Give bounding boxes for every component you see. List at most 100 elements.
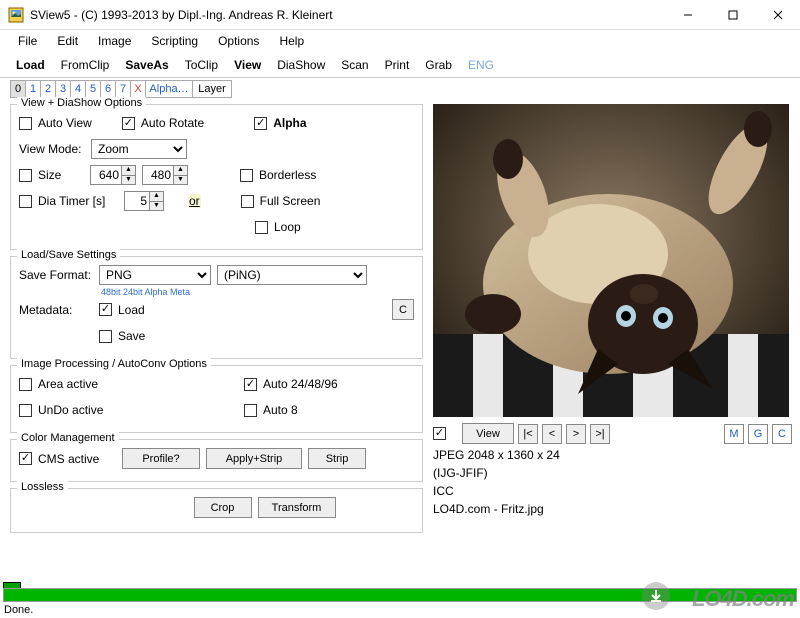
strip-button[interactable]: Strip bbox=[308, 448, 366, 469]
height-spinner[interactable]: ▲▼ bbox=[142, 165, 188, 185]
improc-group: Image Processing / AutoConv Options Area… bbox=[10, 365, 423, 433]
tb-grab[interactable]: Grab bbox=[417, 56, 460, 74]
tb-fromclip[interactable]: FromClip bbox=[53, 56, 118, 74]
lossless-title: Lossless bbox=[17, 481, 68, 493]
tab-0[interactable]: 0 bbox=[10, 80, 26, 98]
or-link[interactable]: or bbox=[188, 194, 201, 208]
cms-active-checkbox[interactable] bbox=[19, 452, 32, 465]
auto24-label: Auto 24/48/96 bbox=[263, 377, 338, 391]
undo-active-checkbox[interactable] bbox=[19, 404, 32, 417]
tb-scan[interactable]: Scan bbox=[333, 56, 376, 74]
format-note: 48bit 24bit Alpha Meta bbox=[101, 287, 414, 297]
tb-eng[interactable]: ENG bbox=[460, 56, 502, 74]
menu-help[interactable]: Help bbox=[269, 32, 314, 50]
minimize-button[interactable] bbox=[665, 0, 710, 30]
tab-1[interactable]: 1 bbox=[25, 80, 41, 98]
tab-3[interactable]: 3 bbox=[55, 80, 71, 98]
loop-checkbox[interactable] bbox=[255, 221, 268, 234]
tab-layer[interactable]: Layer bbox=[192, 80, 232, 98]
fullscreen-checkbox[interactable] bbox=[241, 195, 254, 208]
image-info-line3: ICC bbox=[433, 484, 792, 498]
auto-rotate-checkbox[interactable] bbox=[122, 117, 135, 130]
area-active-checkbox[interactable] bbox=[19, 378, 32, 391]
menu-scripting[interactable]: Scripting bbox=[141, 32, 208, 50]
area-active-label: Area active bbox=[38, 377, 238, 391]
profile-button[interactable]: Profile? bbox=[122, 448, 200, 469]
loop-label: Loop bbox=[274, 220, 301, 234]
auto-view-checkbox[interactable] bbox=[19, 117, 32, 130]
height-input[interactable] bbox=[143, 168, 173, 182]
auto-view-label: Auto View bbox=[38, 116, 92, 130]
m-button[interactable]: M bbox=[724, 424, 744, 444]
tab-close[interactable]: X bbox=[130, 80, 146, 98]
image-info-line1: JPEG 2048 x 1360 x 24 bbox=[433, 448, 792, 462]
crop-button[interactable]: Crop bbox=[194, 497, 252, 518]
metadata-load-checkbox[interactable] bbox=[99, 303, 112, 316]
menubar: File Edit Image Scripting Options Help bbox=[0, 30, 800, 52]
alpha-checkbox[interactable] bbox=[254, 117, 267, 130]
download-icon bbox=[642, 582, 670, 610]
alpha-label: Alpha bbox=[273, 116, 306, 130]
tb-saveas[interactable]: SaveAs bbox=[117, 56, 176, 74]
menu-edit[interactable]: Edit bbox=[47, 32, 88, 50]
tb-view[interactable]: View bbox=[226, 56, 269, 74]
menu-image[interactable]: Image bbox=[88, 32, 141, 50]
tab-4[interactable]: 4 bbox=[70, 80, 86, 98]
borderless-checkbox[interactable] bbox=[240, 169, 253, 182]
dia-timer-input[interactable] bbox=[125, 194, 149, 208]
save-format-select[interactable]: PNG bbox=[99, 265, 211, 285]
view-mode-label: View Mode: bbox=[19, 142, 85, 156]
view-mode-select[interactable]: Zoom bbox=[91, 139, 187, 159]
auto-rotate-label: Auto Rotate bbox=[141, 116, 204, 130]
size-label: Size bbox=[38, 168, 84, 182]
nav-next-button[interactable]: > bbox=[566, 424, 586, 444]
image-preview[interactable] bbox=[433, 104, 789, 417]
tb-load[interactable]: Load bbox=[8, 56, 53, 74]
metadata-save-checkbox[interactable] bbox=[99, 330, 112, 343]
preview-checkbox[interactable] bbox=[433, 427, 446, 440]
tb-toclip[interactable]: ToClip bbox=[177, 56, 226, 74]
tab-5[interactable]: 5 bbox=[85, 80, 101, 98]
loadsave-group: Load/Save Settings Save Format: PNG (PiN… bbox=[10, 256, 423, 359]
image-info-line2: (IJG-JFIF) bbox=[433, 466, 792, 480]
tb-print[interactable]: Print bbox=[377, 56, 418, 74]
nav-prev-button[interactable]: < bbox=[542, 424, 562, 444]
cms-group: Color Management CMS active Profile? App… bbox=[10, 439, 423, 482]
window-title: SView5 - (C) 1993-2013 by Dipl.-Ing. And… bbox=[30, 8, 665, 22]
nav-first-button[interactable]: |< bbox=[518, 424, 538, 444]
menu-options[interactable]: Options bbox=[208, 32, 269, 50]
auto24-checkbox[interactable] bbox=[244, 378, 257, 391]
tb-diashow[interactable]: DiaShow bbox=[269, 56, 333, 74]
auto8-checkbox[interactable] bbox=[244, 404, 257, 417]
view-button[interactable]: View bbox=[462, 423, 514, 444]
app-icon bbox=[8, 7, 24, 23]
width-spinner[interactable]: ▲▼ bbox=[90, 165, 136, 185]
watermark: LO4D.com bbox=[692, 586, 794, 612]
tab-6[interactable]: 6 bbox=[100, 80, 116, 98]
transform-button[interactable]: Transform bbox=[258, 497, 336, 518]
dia-timer-checkbox[interactable] bbox=[19, 195, 32, 208]
dia-timer-label: Dia Timer [s] bbox=[38, 194, 118, 208]
dia-timer-spinner[interactable]: ▲▼ bbox=[124, 191, 164, 211]
c-button[interactable]: C bbox=[392, 299, 414, 320]
menu-file[interactable]: File bbox=[8, 32, 47, 50]
fullscreen-label: Full Screen bbox=[260, 194, 321, 208]
g-button[interactable]: G bbox=[748, 424, 768, 444]
close-button[interactable] bbox=[755, 0, 800, 30]
lossless-group: Lossless Crop Transform bbox=[10, 488, 423, 533]
save-format-label: Save Format: bbox=[19, 268, 93, 282]
view-diashow-group: View + DiaShow Options Auto View Auto Ro… bbox=[10, 104, 423, 250]
tab-alpha[interactable]: Alpha… bbox=[145, 80, 193, 98]
cms-active-label: CMS active bbox=[38, 452, 116, 466]
c-preview-button[interactable]: C bbox=[772, 424, 792, 444]
save-format-desc-select[interactable]: (PiNG) bbox=[217, 265, 367, 285]
toolbar: Load FromClip SaveAs ToClip View DiaShow… bbox=[0, 52, 800, 78]
maximize-button[interactable] bbox=[710, 0, 755, 30]
nav-last-button[interactable]: >| bbox=[590, 424, 610, 444]
width-input[interactable] bbox=[91, 168, 121, 182]
tab-7[interactable]: 7 bbox=[115, 80, 131, 98]
apply-strip-button[interactable]: Apply+Strip bbox=[206, 448, 302, 469]
tab-2[interactable]: 2 bbox=[40, 80, 56, 98]
size-checkbox[interactable] bbox=[19, 169, 32, 182]
view-diashow-title: View + DiaShow Options bbox=[17, 97, 146, 109]
